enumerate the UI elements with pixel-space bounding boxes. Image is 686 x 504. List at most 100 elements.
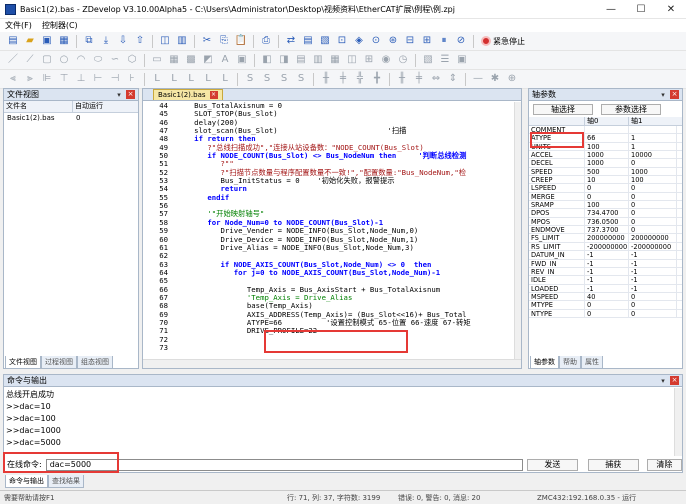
param-row[interactable]: LSPEED 0 0 [529,184,682,193]
param-value-axis0[interactable]: 500 [585,167,629,176]
param-row[interactable]: DECEL 1000 0 [529,159,682,168]
param-value-axis0[interactable] [585,126,629,134]
minus-icon[interactable]: — [471,72,485,86]
tab-file-view[interactable]: 文件视图 [5,356,41,369]
col-axis1[interactable]: 轴1 [629,117,677,126]
param-row[interactable]: DPOS 734.4700 0 [529,209,682,218]
close-icon[interactable]: × [126,90,135,99]
fold-marker[interactable] [171,160,181,168]
param-row[interactable]: CREEP 10 100 [529,176,682,185]
spacing-inc-icon[interactable]: ╋ [370,72,384,86]
maximize-button[interactable]: ☐ [626,0,656,19]
align-top-icon[interactable]: ⊤ [57,72,71,86]
param-value-axis1[interactable]: -1 [629,284,677,292]
fold-marker[interactable] [171,135,181,143]
font-l4-icon[interactable]: L [201,72,215,86]
col-axis0[interactable]: 轴0 [585,117,629,126]
fold-marker[interactable] [171,269,181,277]
grid-icon[interactable]: ⊞ [362,53,376,67]
play-icon[interactable]: ⊙ [369,34,383,48]
chart-tool-icon[interactable]: ◩ [201,53,215,67]
param-row[interactable]: FS_LIMIT 200000000 200000000 [529,234,682,243]
image-list-icon[interactable]: ▧ [421,53,435,67]
scope-icon[interactable]: ◫ [158,34,172,48]
settings-icon[interactable]: ✱ [488,72,502,86]
fold-marker[interactable] [171,110,181,118]
fold-marker[interactable] [171,261,181,269]
fold-marker[interactable] [171,127,181,135]
fold-marker[interactable] [171,102,181,110]
font-l2-icon[interactable]: L [167,72,181,86]
command-input[interactable]: dac=5000 [45,458,523,471]
emergency-stop-button[interactable]: 紧急停止 [481,36,525,47]
param-value-axis0[interactable]: 200000000 [585,234,629,242]
param-row[interactable]: REV_IN -1 -1 [529,267,682,277]
param-value-axis0[interactable]: -1 [585,276,629,284]
bitmap-tool-icon[interactable]: ▣ [235,53,249,67]
menu-file[interactable]: 文件(F) [0,20,37,31]
button-tool-icon[interactable]: ▭ [150,53,164,67]
fold-marker[interactable] [171,177,181,185]
param-value-axis1[interactable]: 10000 [629,151,677,159]
fold-marker[interactable] [171,294,181,302]
hmi-icon[interactable]: ▥ [175,34,189,48]
param-value-axis1[interactable]: -1 [629,267,677,276]
param-value-axis1[interactable] [629,126,677,134]
new-file-icon[interactable]: ▤ [6,34,20,48]
step-over-icon[interactable]: ⊟ [403,34,417,48]
param-row[interactable]: MERGE 0 0 [529,192,682,202]
param-value-axis0[interactable]: 1000 [585,159,629,167]
align-bottom-icon[interactable]: ⊢ [91,72,105,86]
fold-marker[interactable] [171,144,181,152]
param-row[interactable]: COMMENT [529,126,682,135]
param-select-button[interactable]: 参数选择 [601,104,661,115]
param-row[interactable]: UNITS 100 1 [529,142,682,152]
style-s4-icon[interactable]: S [294,72,308,86]
fold-marker[interactable] [171,119,181,127]
fold-marker[interactable] [171,219,181,227]
cut-icon[interactable]: ✂ [200,34,214,48]
fold-marker[interactable] [171,311,181,319]
fold-marker[interactable] [171,286,181,294]
param-row[interactable]: ENDMOVE 737.3700 0 [529,226,682,235]
project-icon[interactable]: ⧉ [82,34,96,48]
param-value-axis0[interactable]: -200000000 [585,242,629,251]
line-icon[interactable]: ／ [6,53,20,67]
center-h-icon[interactable]: ⇔ [429,72,443,86]
pause-icon[interactable]: ⏸ [437,34,451,48]
same-height-icon[interactable]: ⊦ [125,72,139,86]
keypad-icon[interactable]: ▦ [328,53,342,67]
param-row[interactable]: MSPEED 40 0 [529,292,682,302]
param-value-axis0[interactable]: 737.3700 [585,226,629,234]
file-row[interactable]: Basic1(2).bas 0 [4,113,138,123]
param-value-axis1[interactable]: 0 [629,159,677,167]
window-icon[interactable]: ◫ [345,53,359,67]
download-rom-icon[interactable]: ⇩ [116,34,130,48]
tab-axis-params[interactable]: 轴参数 [530,356,559,369]
curve-icon[interactable]: ∽ [108,53,122,67]
editor-hscrollbar[interactable] [143,359,521,368]
param-value-axis1[interactable]: -200000000 [629,242,677,251]
param-value-axis1[interactable]: 1 [629,134,677,142]
fold-marker[interactable] [171,344,181,352]
editor-vscrollbar[interactable] [514,102,521,360]
param-value-axis0[interactable]: 100 [585,142,629,151]
pin-icon[interactable]: ▾ [659,377,667,385]
download-ram-icon[interactable]: ⤓ [99,34,113,48]
run-icon[interactable]: ◈ [352,34,366,48]
font-l3-icon[interactable]: L [184,72,198,86]
fold-marker[interactable] [171,227,181,235]
open-folder-icon[interactable]: ▰ [23,34,37,48]
polygon-icon[interactable]: ⬡ [125,53,139,67]
polyline-icon[interactable]: ⟋ [23,53,37,67]
align-center-icon[interactable]: ⫸ [23,72,37,86]
tab-help[interactable]: 帮助 [559,356,581,369]
fold-marker[interactable] [171,236,181,244]
param-value-axis0[interactable]: -1 [585,251,629,259]
console-output[interactable]: 总线开启成功 >>dac=10 >>dac=100 >>dac=1000 >>d… [6,389,674,451]
col-file-name[interactable]: 文件名 [4,101,73,112]
param-value-axis1[interactable]: -1 [629,251,677,259]
step-out-icon[interactable]: ⊞ [420,34,434,48]
param-value-axis1[interactable]: -1 [629,276,677,284]
param-value-axis1[interactable]: 1 [629,142,677,151]
